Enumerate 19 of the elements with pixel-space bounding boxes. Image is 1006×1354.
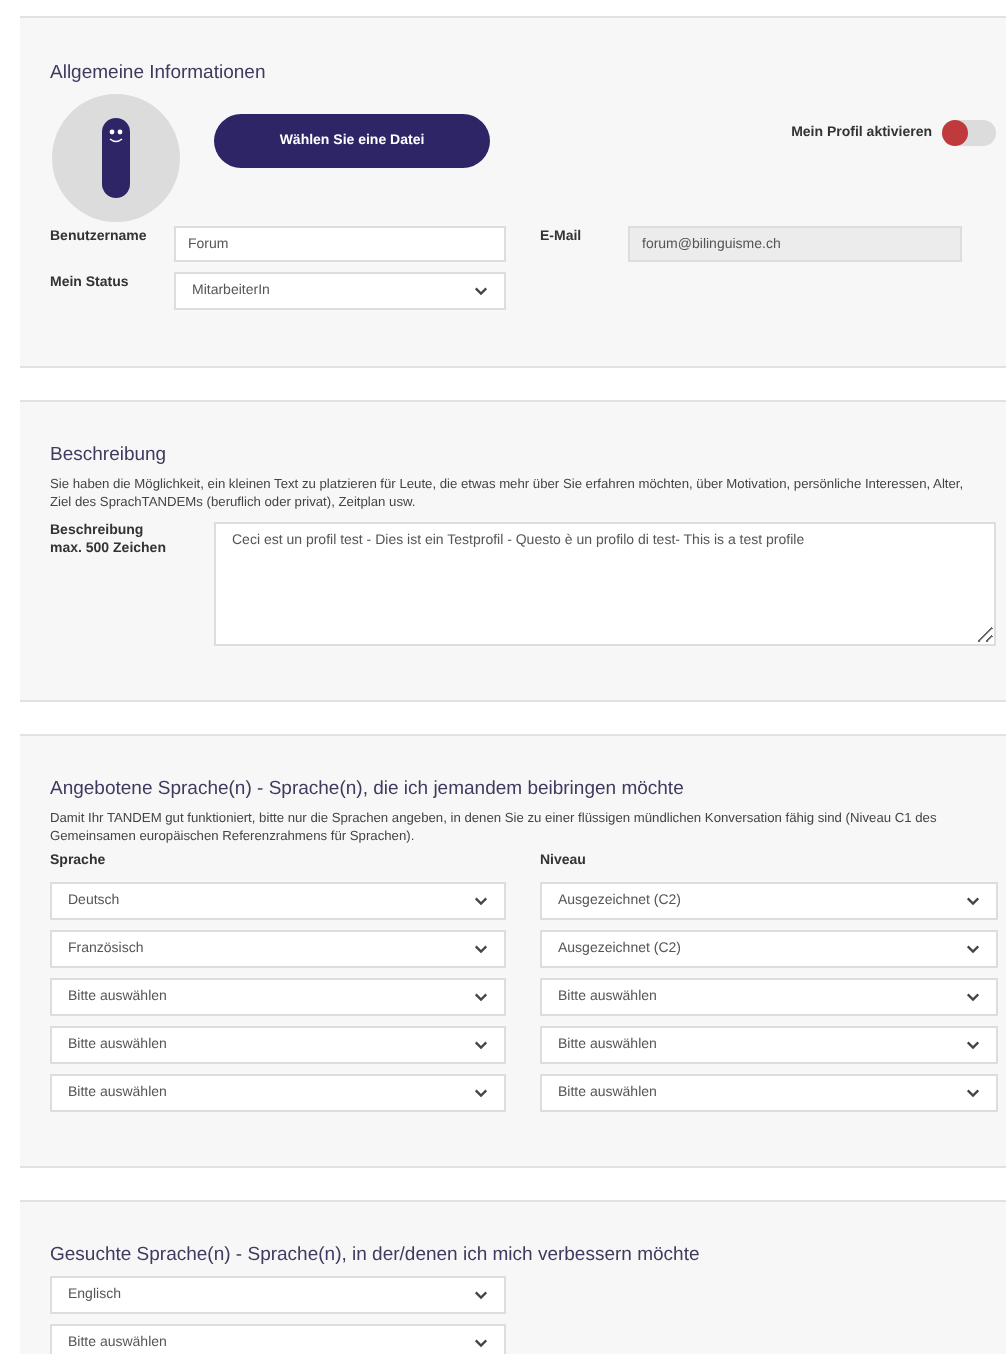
chevron-down-icon	[966, 896, 980, 906]
chevron-down-icon	[474, 992, 488, 1002]
avatar-icon	[52, 94, 180, 222]
section-title: Gesuchte Sprache(n) - Sprache(n), in der/denen ich mich verbessern möchte	[50, 1244, 702, 1266]
chevron-down-icon	[966, 944, 980, 954]
section-title: Allgemeine Informationen	[50, 62, 268, 84]
chevron-down-icon	[966, 1040, 980, 1050]
chevron-down-icon	[474, 1040, 488, 1050]
chevron-down-icon	[474, 1290, 488, 1300]
chevron-down-icon	[966, 992, 980, 1002]
chevron-down-icon	[474, 944, 488, 954]
toggle-switch[interactable]	[942, 120, 996, 146]
chevron-down-icon	[474, 1088, 488, 1098]
section-title: Angebotene Sprache(n) - Sprache(n), die ich jemandem beibringen möchte	[50, 778, 686, 800]
chevron-down-icon	[474, 896, 488, 906]
section-title: Beschreibung	[50, 444, 169, 466]
chevron-down-icon	[966, 1088, 980, 1098]
chevron-down-icon	[474, 1338, 488, 1348]
chevron-down-icon	[474, 286, 488, 296]
